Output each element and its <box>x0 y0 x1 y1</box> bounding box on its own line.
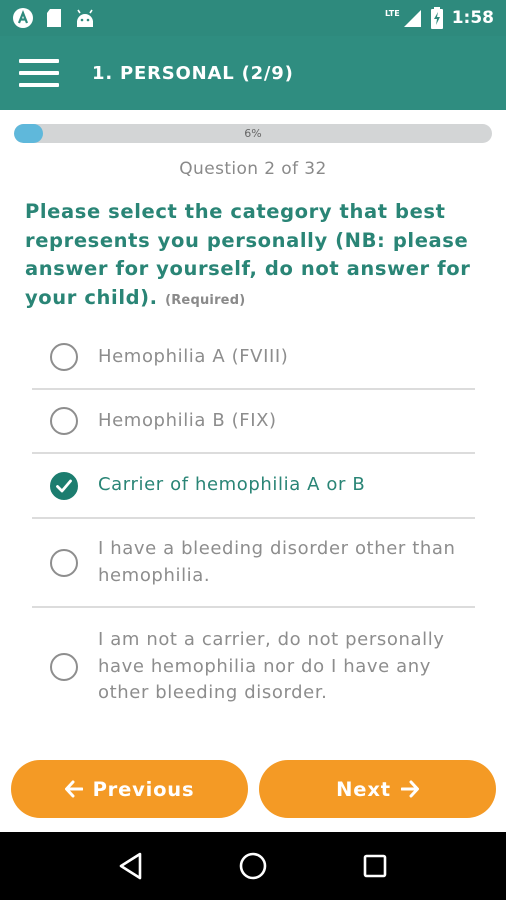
home-circle-icon[interactable] <box>233 846 273 886</box>
hamburger-menu-icon[interactable] <box>19 59 59 87</box>
option-label: Hemophilia A (FVIII) <box>98 345 289 367</box>
option-hemophilia-a[interactable]: Hemophilia A (FVIII) <box>32 326 475 390</box>
option-label: I am not a carrier, do not personally ha… <box>98 629 445 704</box>
radio-unchecked-icon[interactable] <box>50 343 78 371</box>
radio-unchecked-icon[interactable] <box>50 653 78 681</box>
status-bar: LTE 1:58 <box>0 0 506 36</box>
arrow-left-icon <box>64 780 83 798</box>
status-time: 1:58 <box>451 8 494 28</box>
arrow-right-icon <box>400 780 419 798</box>
answer-options: Hemophilia A (FVIII) Hemophilia B (FIX) … <box>32 326 475 726</box>
option-label: Hemophilia B (FIX) <box>98 409 277 431</box>
next-label: Next <box>336 777 391 801</box>
radio-unchecked-icon[interactable] <box>50 407 78 435</box>
network-type: LTE <box>385 8 400 18</box>
radio-unchecked-icon[interactable] <box>50 548 78 577</box>
option-hemophilia-b[interactable]: Hemophilia B (FIX) <box>32 390 475 454</box>
question-text-block: Please select the category that best rep… <box>25 198 485 315</box>
option-other-bleeding-disorder[interactable]: I have a bleeding disorder other than he… <box>32 519 475 608</box>
recents-square-icon[interactable] <box>355 846 395 886</box>
progress-percent: 6% <box>244 127 262 140</box>
back-triangle-icon[interactable] <box>111 846 151 886</box>
app-a-icon <box>13 8 33 28</box>
question-text: Please select the category that best rep… <box>25 200 471 309</box>
option-label: I have a bleeding disorder other than he… <box>98 538 456 586</box>
app-bar: 1. PERSONAL (2/9) <box>0 36 506 110</box>
signal-icon <box>403 10 421 27</box>
option-carrier[interactable]: Carrier of hemophilia A or B <box>32 454 475 519</box>
battery-charging-icon <box>430 7 443 29</box>
previous-label: Previous <box>92 777 195 801</box>
section-title: 1. PERSONAL (2/9) <box>92 62 294 84</box>
next-button[interactable]: Next <box>259 760 496 818</box>
system-navigation-bar <box>0 832 506 900</box>
check-icon <box>56 479 72 492</box>
radio-checked-icon[interactable] <box>50 471 78 500</box>
status-left-icons <box>12 7 96 29</box>
sd-card-icon <box>47 9 61 27</box>
progress-bar: 6% <box>14 124 492 143</box>
android-icon <box>77 9 93 27</box>
option-not-carrier[interactable]: I am not a carrier, do not personally ha… <box>32 608 475 726</box>
required-label: (Required) <box>165 292 246 308</box>
status-right-icons: LTE 1:58 <box>385 7 494 29</box>
option-label: Carrier of hemophilia A or B <box>98 474 366 496</box>
question-counter: Question 2 of 32 <box>179 159 327 179</box>
previous-button[interactable]: Previous <box>11 760 248 818</box>
